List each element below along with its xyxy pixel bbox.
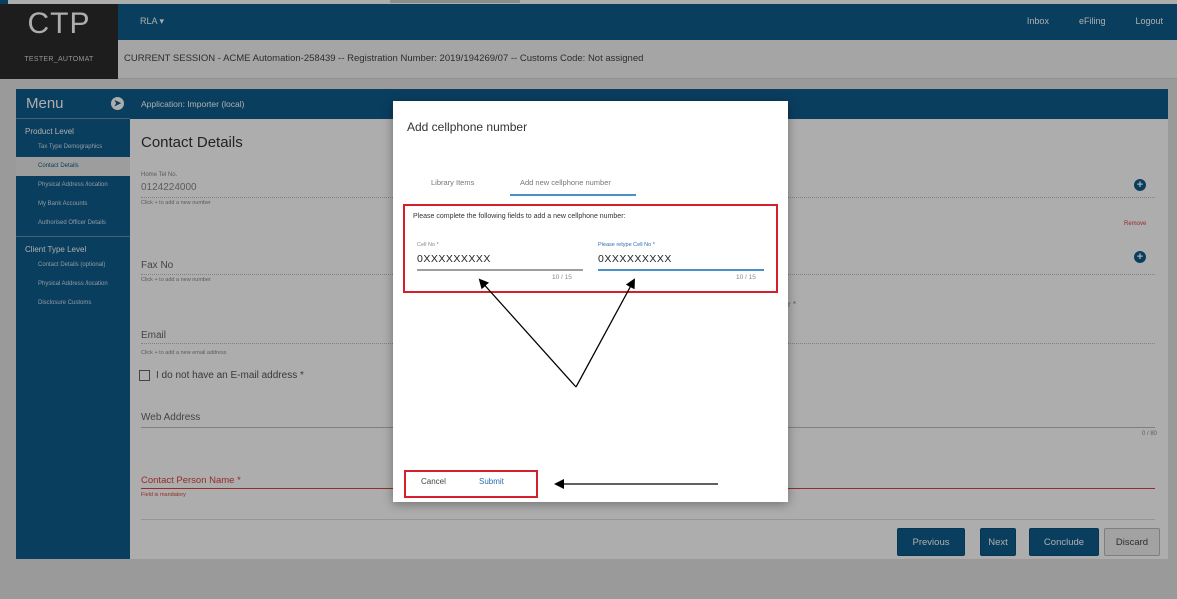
annotation-arrows: [478, 278, 718, 489]
annotation-arrow-cell-no: [478, 278, 577, 388]
annotation-arrow-retype-cell-no: [575, 278, 635, 388]
